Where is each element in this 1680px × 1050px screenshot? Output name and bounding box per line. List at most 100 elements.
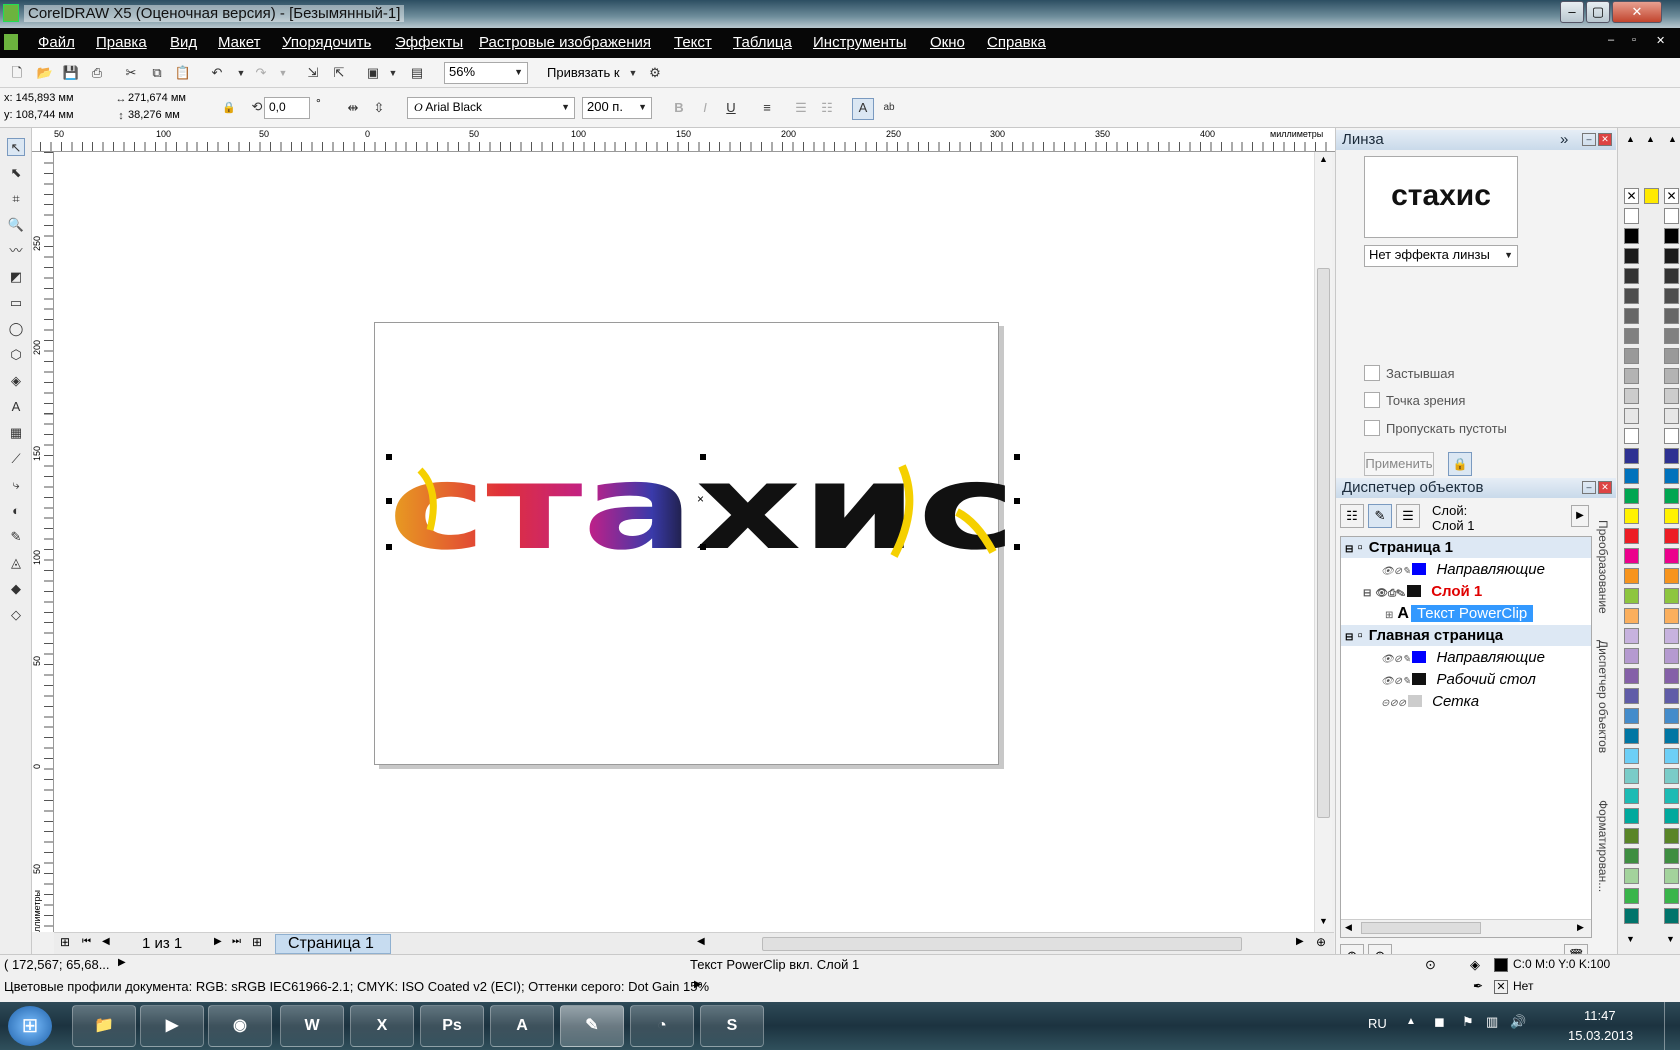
menu-table[interactable]: Таблица [733, 34, 792, 51]
coords-expand-icon[interactable]: ▶ [118, 957, 126, 968]
cut-icon[interactable]: ✂ [122, 64, 140, 82]
x-position-field[interactable]: x: 145,893 мм [4, 91, 108, 107]
photoshop-taskbar-icon[interactable]: Ps [420, 1005, 484, 1047]
open-icon[interactable]: 📂 [36, 64, 54, 82]
tree-guides-layer[interactable]: 👁⊘✎ Направляющие [1345, 559, 1601, 580]
color-swatch[interactable] [1624, 828, 1639, 844]
doc-icon[interactable] [4, 34, 18, 50]
palette-scroll-up-icon[interactable]: ▲ [1626, 134, 1635, 144]
doc-minimize-icon[interactable]: – [1608, 34, 1614, 46]
show-object-properties-icon[interactable]: ☷ [1340, 504, 1364, 528]
menu-text[interactable]: Текст [674, 34, 712, 51]
underline-icon[interactable]: U [722, 99, 740, 117]
font-family-select[interactable]: O Arial Black [407, 97, 575, 119]
tree-hscrollbar[interactable]: ◀ ▶ [1341, 919, 1591, 937]
color-swatch[interactable] [1664, 408, 1679, 424]
drawing-canvas[interactable]: стахис × [54, 152, 1314, 932]
expand-icon[interactable]: ⊞ [1385, 610, 1393, 621]
maximize-button[interactable]: ▢ [1586, 1, 1610, 23]
color-swatch[interactable] [1664, 808, 1679, 824]
tray-network-icon[interactable]: ▥ [1486, 1014, 1498, 1030]
tray-volume-icon[interactable]: 🔊 [1510, 1014, 1526, 1030]
options-icon[interactable]: ⚙ [646, 64, 664, 82]
width-field[interactable]: 271,674 мм [128, 91, 214, 107]
next-page-icon[interactable]: ▶ [214, 936, 222, 947]
color-swatch[interactable] [1664, 488, 1679, 504]
color-swatch[interactable] [1624, 708, 1639, 724]
color-swatch[interactable] [1664, 748, 1679, 764]
import-icon[interactable]: ⇲ [304, 64, 322, 82]
snap-dropdown-icon[interactable]: ▼ [624, 64, 642, 82]
color-swatch[interactable] [1664, 288, 1679, 304]
color-swatch[interactable] [1624, 868, 1639, 884]
color-swatch[interactable] [1624, 808, 1639, 824]
menu-window[interactable]: Окно [930, 34, 965, 51]
selection-handle[interactable] [700, 454, 706, 460]
color-swatch[interactable] [1664, 568, 1679, 584]
show-desktop-button[interactable] [1664, 1002, 1680, 1050]
clock-time[interactable]: 11:47 [1584, 1008, 1616, 1023]
ellipse-tool-icon[interactable]: ◯ [7, 320, 25, 338]
menu-bitmaps[interactable]: Растровые изображения [479, 34, 651, 51]
selection-handle[interactable] [1014, 454, 1020, 460]
tree-grid-layer[interactable]: ⊝⊘⊘ Сетка [1345, 691, 1601, 712]
color-swatch[interactable] [1624, 268, 1639, 284]
clock-date[interactable]: 15.03.2013 [1568, 1028, 1633, 1043]
text-align-icon[interactable]: ≡ [758, 99, 776, 117]
page-tab[interactable]: Страница 1 [275, 934, 391, 954]
tree-desktop-layer[interactable]: 👁⊘✎ Рабочий стол [1345, 669, 1601, 690]
color-swatch[interactable] [1664, 768, 1679, 784]
color-swatch[interactable] [1624, 428, 1639, 444]
selection-handle[interactable] [1014, 544, 1020, 550]
no-color-swatch[interactable]: ✕ [1664, 188, 1679, 204]
menu-edit[interactable]: Правка [96, 34, 147, 51]
rotation-angle-field[interactable]: 0,0 [264, 97, 310, 119]
color-swatch[interactable] [1624, 388, 1639, 404]
color-swatch[interactable] [1624, 768, 1639, 784]
crop-tool-icon[interactable]: ⌗ [7, 190, 25, 208]
interactive-fill-tool-icon[interactable]: ◇ [7, 606, 25, 624]
text-tool-icon[interactable]: A [7, 398, 25, 416]
color-swatch[interactable] [1644, 188, 1659, 204]
tree-master-page[interactable]: ⊟ ▫ Главная страница [1341, 625, 1591, 646]
palette-scroll-down-icon[interactable]: ▼ [1626, 934, 1635, 944]
formatting-docker-tab[interactable]: Форматирован... [1596, 800, 1610, 892]
skype-taskbar-icon[interactable]: S [700, 1005, 764, 1047]
shape-tool-icon[interactable]: ⬉ [7, 164, 25, 182]
scroll-right-icon[interactable]: ▶ [1577, 922, 1584, 933]
insert-page-after-icon[interactable]: ⊞ [252, 935, 262, 949]
color-swatch[interactable] [1664, 428, 1679, 444]
docker-minimize-icon[interactable]: – [1582, 133, 1596, 146]
explorer-taskbar-icon[interactable]: 📁 [72, 1005, 136, 1047]
color-swatch[interactable] [1664, 528, 1679, 544]
prev-page-icon[interactable]: ◀ [102, 936, 110, 947]
bullets-icon[interactable]: ☰ [792, 99, 810, 117]
object-manager-menu-icon[interactable]: ▶ [1571, 505, 1589, 527]
coreldraw-taskbar-icon[interactable]: ✎ [560, 1005, 624, 1047]
color-swatch[interactable] [1664, 728, 1679, 744]
color-profiles-info[interactable]: Цветовые профили документа: RGB: sRGB IE… [4, 979, 709, 994]
minimize-button[interactable]: – [1560, 1, 1584, 23]
welcome-screen-icon[interactable]: ▤ [408, 64, 426, 82]
insert-page-before-icon[interactable]: ⊞ [60, 935, 70, 949]
lock-ratio-icon[interactable]: 🔒 [220, 99, 238, 117]
y-position-field[interactable]: y: 108,744 мм [4, 108, 108, 124]
fill-tool-icon[interactable]: ◆ [7, 580, 25, 598]
color-swatch[interactable] [1664, 388, 1679, 404]
color-swatch[interactable] [1664, 228, 1679, 244]
first-page-icon[interactable]: ⏮ [82, 936, 91, 947]
redo-icon[interactable]: ↷ [252, 64, 270, 82]
scroll-thumb[interactable] [1361, 922, 1481, 934]
color-swatch[interactable] [1664, 548, 1679, 564]
color-swatch[interactable] [1624, 448, 1639, 464]
selection-handle[interactable] [386, 454, 392, 460]
doc-close-icon[interactable]: ✕ [1656, 34, 1665, 47]
smart-fill-tool-icon[interactable]: ◩ [7, 268, 25, 286]
color-swatch[interactable] [1624, 368, 1639, 384]
vertical-scrollbar[interactable]: ▲ ▼ [1314, 152, 1332, 932]
collapse-icon[interactable]: ⊟ [1345, 632, 1353, 643]
copy-icon[interactable]: ⧉ [148, 64, 166, 82]
word-taskbar-icon[interactable]: W [280, 1005, 344, 1047]
palette-scroll-down-icon[interactable]: ▼ [1666, 934, 1675, 944]
layer-visibility-icon[interactable]: ⊝⊘⊘ [1381, 698, 1406, 709]
